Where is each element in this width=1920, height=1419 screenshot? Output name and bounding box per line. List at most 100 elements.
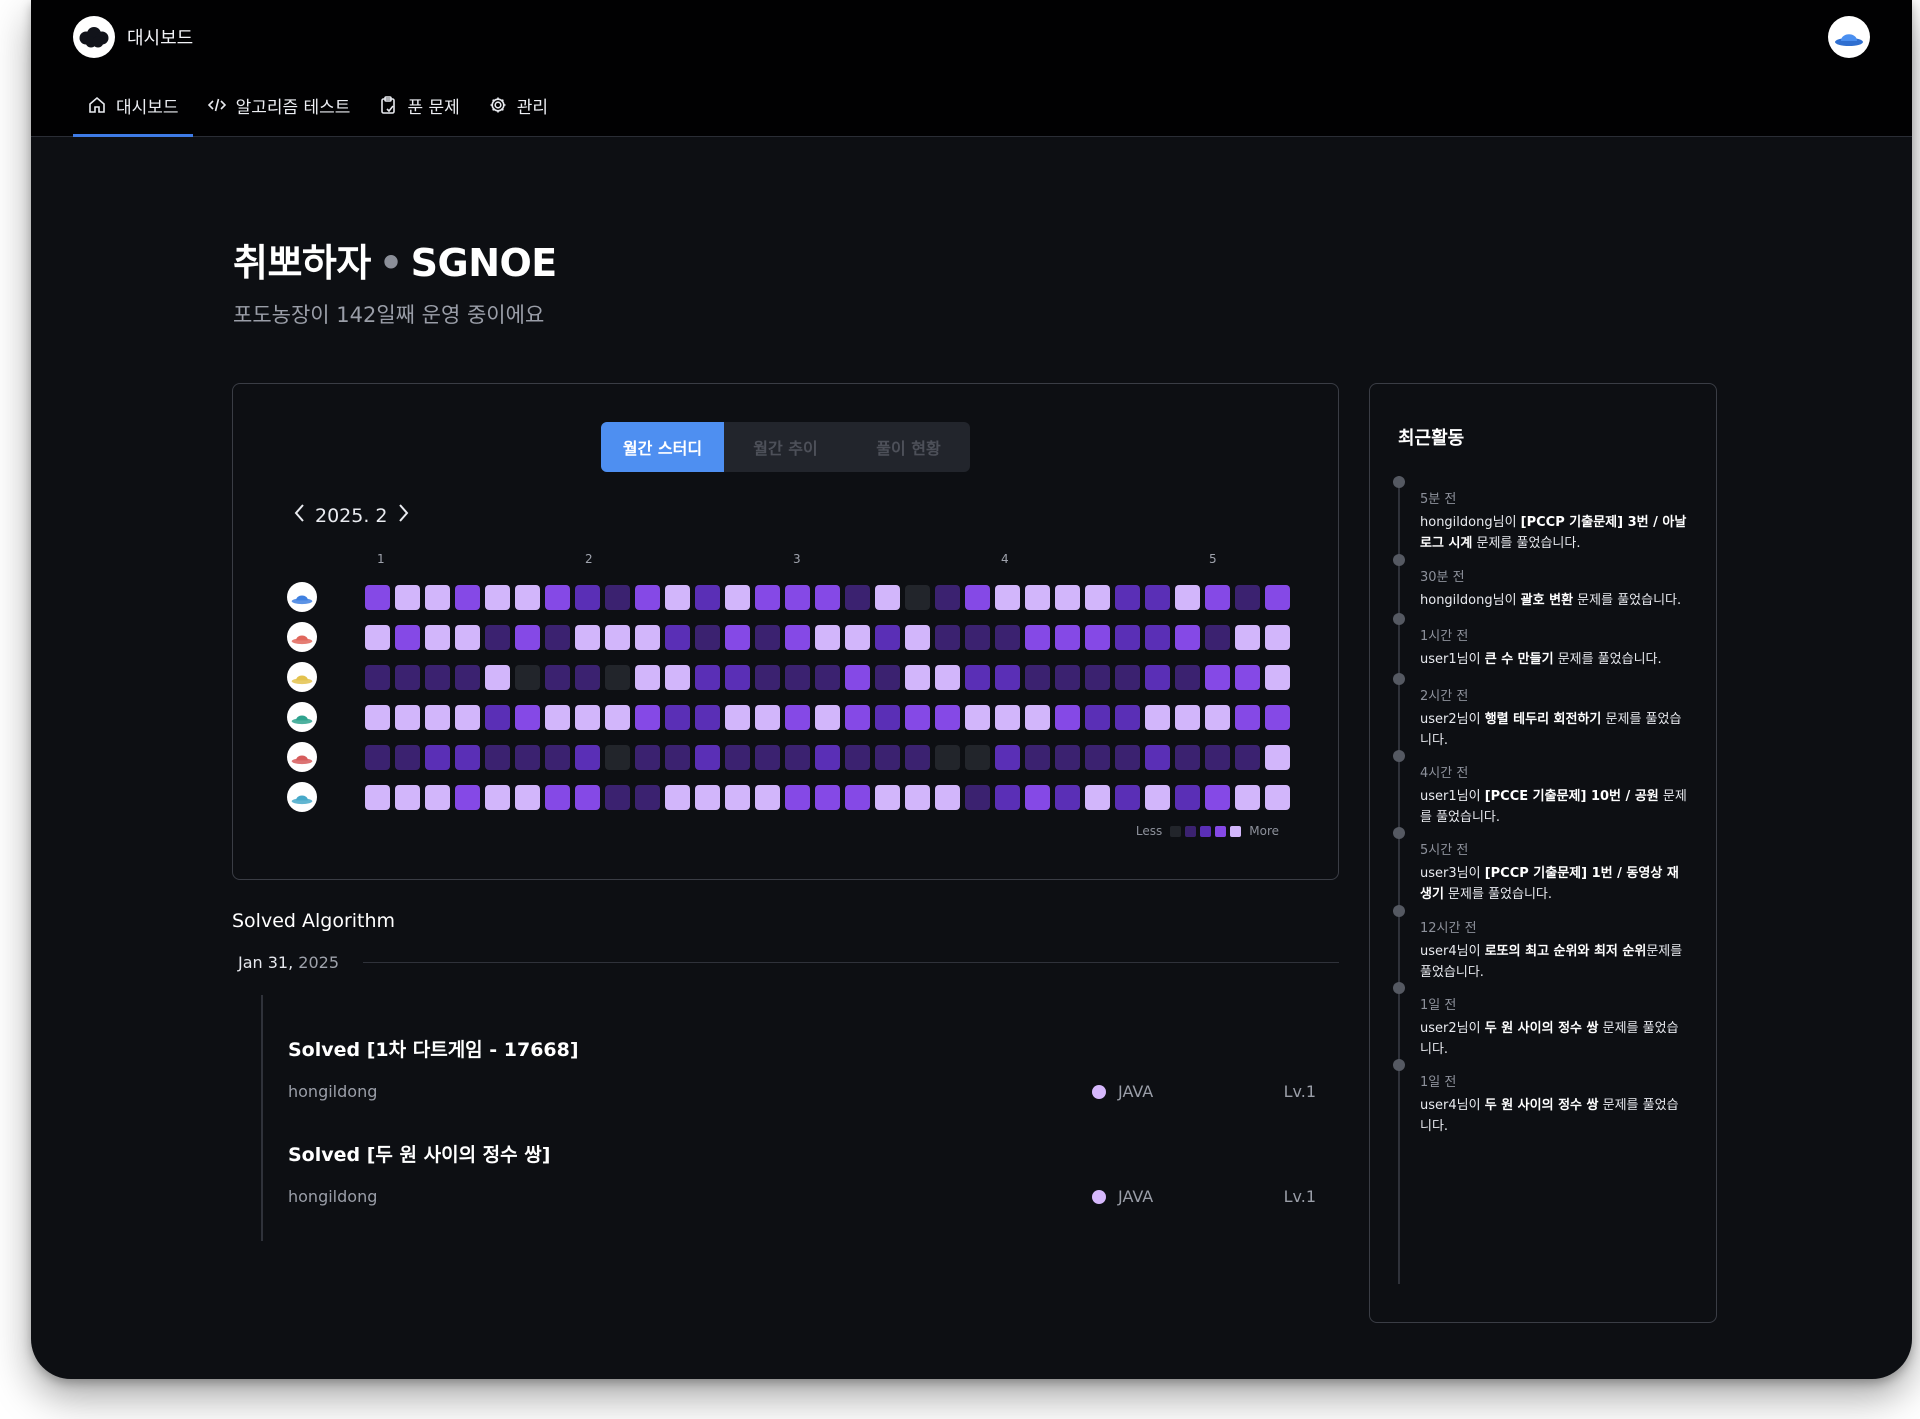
day-cell[interactable]: [1055, 664, 1080, 690]
day-cell[interactable]: [1025, 784, 1050, 810]
list-item[interactable]: Solved [두 원 사이의 정수 쌍] hongildong JAVA Lv…: [288, 1140, 1316, 1209]
day-cell[interactable]: [845, 624, 870, 650]
day-cell[interactable]: [875, 704, 900, 730]
day-cell[interactable]: [905, 584, 930, 610]
list-item[interactable]: Solved [1차 다트게임 - 17668] hongildong JAVA…: [288, 1035, 1316, 1104]
day-cell[interactable]: [965, 624, 990, 650]
day-cell[interactable]: [1115, 784, 1140, 810]
day-cell[interactable]: [485, 664, 510, 690]
day-cell[interactable]: [1175, 664, 1200, 690]
day-cell[interactable]: [395, 584, 420, 610]
day-cell[interactable]: [1085, 784, 1110, 810]
day-cell[interactable]: [635, 744, 660, 770]
member-avatar[interactable]: [287, 622, 317, 652]
day-cell[interactable]: [755, 704, 780, 730]
day-cell[interactable]: [545, 584, 570, 610]
day-cell[interactable]: [1175, 624, 1200, 650]
day-cell[interactable]: [725, 664, 750, 690]
day-cell[interactable]: [725, 624, 750, 650]
day-cell[interactable]: [785, 624, 810, 650]
day-cell[interactable]: [1145, 624, 1170, 650]
day-cell[interactable]: [545, 704, 570, 730]
day-cell[interactable]: [1235, 624, 1260, 650]
day-cell[interactable]: [665, 784, 690, 810]
day-cell[interactable]: [875, 664, 900, 690]
day-cell[interactable]: [1055, 704, 1080, 730]
day-cell[interactable]: [905, 624, 930, 650]
day-cell[interactable]: [785, 784, 810, 810]
day-cell[interactable]: [725, 784, 750, 810]
day-cell[interactable]: [635, 704, 660, 730]
member-avatar[interactable]: [287, 702, 317, 732]
day-cell[interactable]: [1265, 784, 1290, 810]
day-cell[interactable]: [365, 744, 390, 770]
day-cell[interactable]: [905, 784, 930, 810]
day-cell[interactable]: [875, 784, 900, 810]
day-cell[interactable]: [545, 624, 570, 650]
day-cell[interactable]: [995, 584, 1020, 610]
nav-manage[interactable]: 관리: [474, 76, 562, 134]
day-cell[interactable]: [815, 624, 840, 650]
day-cell[interactable]: [695, 704, 720, 730]
day-cell[interactable]: [1115, 744, 1140, 770]
day-cell[interactable]: [545, 744, 570, 770]
day-cell[interactable]: [1175, 704, 1200, 730]
day-cell[interactable]: [845, 744, 870, 770]
day-cell[interactable]: [785, 704, 810, 730]
day-cell[interactable]: [1265, 704, 1290, 730]
day-cell[interactable]: [635, 584, 660, 610]
member-avatar[interactable]: [287, 662, 317, 692]
activity-problem[interactable]: [PCCE 기출문제] 10번 / 공원: [1485, 789, 1659, 804]
day-cell[interactable]: [1115, 664, 1140, 690]
day-cell[interactable]: [545, 784, 570, 810]
day-cell[interactable]: [755, 624, 780, 650]
day-cell[interactable]: [845, 784, 870, 810]
member-avatar[interactable]: [287, 782, 317, 812]
day-cell[interactable]: [1145, 784, 1170, 810]
day-cell[interactable]: [815, 784, 840, 810]
tab-monthly-study[interactable]: 월간 스터디: [601, 422, 724, 472]
day-cell[interactable]: [605, 784, 630, 810]
day-cell[interactable]: [785, 584, 810, 610]
day-cell[interactable]: [485, 784, 510, 810]
day-cell[interactable]: [1205, 584, 1230, 610]
day-cell[interactable]: [1175, 584, 1200, 610]
day-cell[interactable]: [575, 744, 600, 770]
day-cell[interactable]: [455, 744, 480, 770]
day-cell[interactable]: [425, 624, 450, 650]
day-cell[interactable]: [845, 584, 870, 610]
day-cell[interactable]: [545, 664, 570, 690]
day-cell[interactable]: [725, 584, 750, 610]
day-cell[interactable]: [455, 784, 480, 810]
day-cell[interactable]: [575, 784, 600, 810]
day-cell[interactable]: [1055, 584, 1080, 610]
day-cell[interactable]: [605, 664, 630, 690]
day-cell[interactable]: [605, 584, 630, 610]
day-cell[interactable]: [1265, 664, 1290, 690]
day-cell[interactable]: [725, 744, 750, 770]
day-cell[interactable]: [995, 784, 1020, 810]
day-cell[interactable]: [425, 584, 450, 610]
day-cell[interactable]: [1025, 664, 1050, 690]
day-cell[interactable]: [365, 584, 390, 610]
day-cell[interactable]: [1265, 624, 1290, 650]
day-cell[interactable]: [695, 584, 720, 610]
day-cell[interactable]: [785, 744, 810, 770]
day-cell[interactable]: [515, 744, 540, 770]
nav-dashboard[interactable]: 대시보드: [73, 76, 193, 137]
day-cell[interactable]: [965, 584, 990, 610]
day-cell[interactable]: [665, 584, 690, 610]
day-cell[interactable]: [695, 624, 720, 650]
day-cell[interactable]: [365, 784, 390, 810]
day-cell[interactable]: [365, 624, 390, 650]
day-cell[interactable]: [1175, 744, 1200, 770]
day-cell[interactable]: [965, 744, 990, 770]
day-cell[interactable]: [1055, 744, 1080, 770]
day-cell[interactable]: [365, 664, 390, 690]
day-cell[interactable]: [1175, 784, 1200, 810]
day-cell[interactable]: [815, 744, 840, 770]
day-cell[interactable]: [1145, 744, 1170, 770]
day-cell[interactable]: [905, 704, 930, 730]
day-cell[interactable]: [1205, 784, 1230, 810]
day-cell[interactable]: [665, 704, 690, 730]
